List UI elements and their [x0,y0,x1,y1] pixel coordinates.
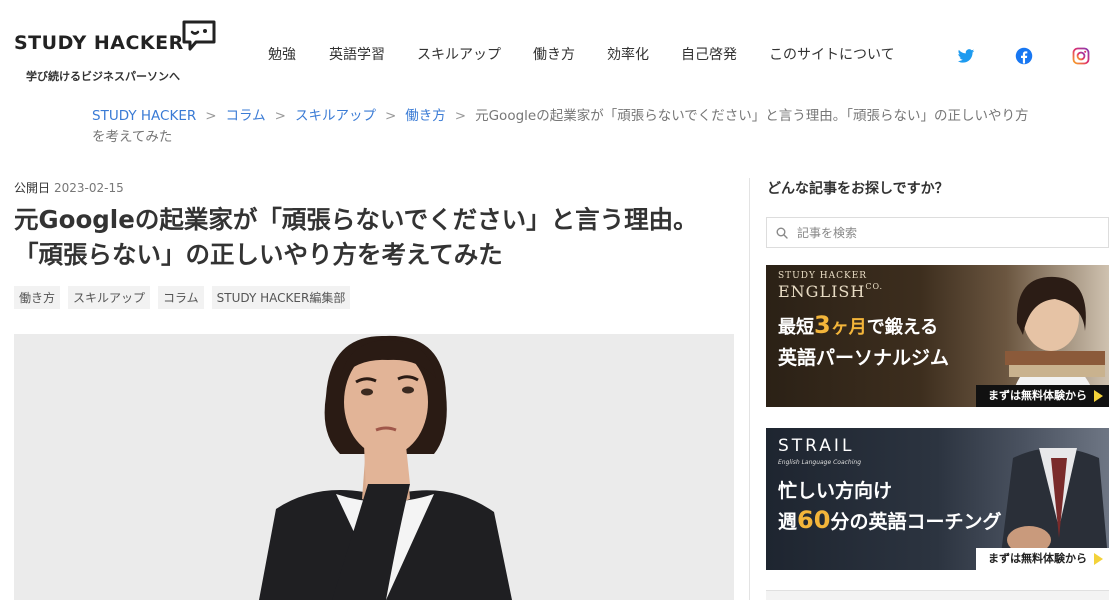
banner2-cta[interactable]: まずは無料体験から [976,548,1109,570]
speech-bubble-icon [182,20,216,51]
site-logo[interactable]: STUDY HACKER 学び続けるビジネスパーソンへ [14,20,224,88]
column-divider [749,178,750,600]
breadcrumb-column[interactable]: コラム [226,108,266,124]
banner2-subline: 週60分の英語コーチング [778,506,1001,534]
nav-item-self-development[interactable]: 自己啓発 [681,44,737,64]
breadcrumb: STUDY HACKER > コラム > スキルアップ > 働き方 > 元Googleの起業家が… [92,106,1032,148]
breadcrumb-skillup[interactable]: スキルアップ [295,108,376,124]
banner2-headline: 忙しい方向け [778,480,893,502]
tag-workstyle[interactable]: 働き方 [14,286,61,309]
breadcrumb-workstyle[interactable]: 働き方 [405,108,446,124]
banner1-brand-top: STUDY HACKER [778,271,868,281]
nav-item-workstyle[interactable]: 働き方 [533,44,575,64]
banner2-brand: STRAIL [778,436,855,456]
nav-item-about[interactable]: このサイトについて [769,44,895,64]
sidebar-banner-partial[interactable] [766,590,1109,600]
banner1-brand-suffix: CO. [865,282,884,291]
article-tags: 働き方 スキルアップ コラム STUDY HACKER編集部 [14,286,358,309]
instagram-icon[interactable] [1072,47,1090,65]
breadcrumb-separator: > [205,108,217,124]
banner1-line1-pre: 最短 [778,317,814,338]
banner1-brand-name: ENGLISH [778,282,866,301]
banner1-line1-num: 3 [814,311,831,339]
main-nav: 勉強 英語学習 スキルアップ 働き方 効率化 自己啓発 このサイトについて [256,44,895,64]
strail-banner[interactable]: STRAIL English Language Coaching 忙しい方向け … [766,428,1109,570]
published-date: 公開日 2023-02-15 [14,179,124,196]
nav-item-skillup[interactable]: スキルアップ [417,44,501,64]
breadcrumb-home[interactable]: STUDY HACKER [92,108,196,124]
search-icon [776,227,788,239]
twitter-icon[interactable] [957,47,975,65]
nav-item-efficiency[interactable]: 効率化 [607,44,649,64]
english-gym-banner[interactable]: STUDY HACKER ENGLISHCO. 最短3ヶ月で鍛える 英語パーソナ… [766,265,1109,407]
tag-skillup[interactable]: スキルアップ [68,286,151,309]
logo-tagline: 学び続けるビジネスパーソンへ [26,70,180,83]
tag-editorial[interactable]: STUDY HACKER編集部 [211,286,351,309]
breadcrumb-separator: > [384,108,397,124]
published-label: 公開日 [14,181,51,195]
article-title: 元Googleの起業家が「頑張らないでください」と言う理由。「頑張らない」の正し… [14,205,698,269]
logo-text: STUDY HACKER [14,32,184,54]
thinking-woman-illustration [14,334,734,600]
banner1-subline: 英語パーソナルジム [778,347,950,369]
banner2-line2-num: 60 [797,506,831,534]
facebook-icon[interactable] [1015,47,1033,65]
banner1-line1-post: で鍛える [866,317,939,338]
breadcrumb-separator: > [454,108,467,124]
nav-item-english[interactable]: 英語学習 [329,44,385,64]
banner1-brand: ENGLISHCO. [778,282,883,301]
hero-image [14,334,734,600]
banner1-line1-mid: ヶ月 [830,317,867,338]
banner2-line2-post: の英語コーチング [849,511,1002,533]
banner1-headline: 最短3ヶ月で鍛える [778,311,938,339]
banner2-brand-sub: English Language Coaching [778,459,862,466]
nav-item-study[interactable]: 勉強 [268,44,296,64]
published-date-value: 2023-02-15 [54,181,124,195]
banner2-line2-mid: 分 [830,511,850,533]
breadcrumb-separator: > [274,108,286,124]
banner1-cta[interactable]: まずは無料体験から [976,385,1109,407]
sidebar-heading: どんな記事をお探しですか？ [767,181,949,197]
banner2-line2-pre: 週 [778,511,798,533]
search-input[interactable] [797,218,1097,247]
search-box [766,217,1109,248]
tag-column[interactable]: コラム [158,286,204,309]
